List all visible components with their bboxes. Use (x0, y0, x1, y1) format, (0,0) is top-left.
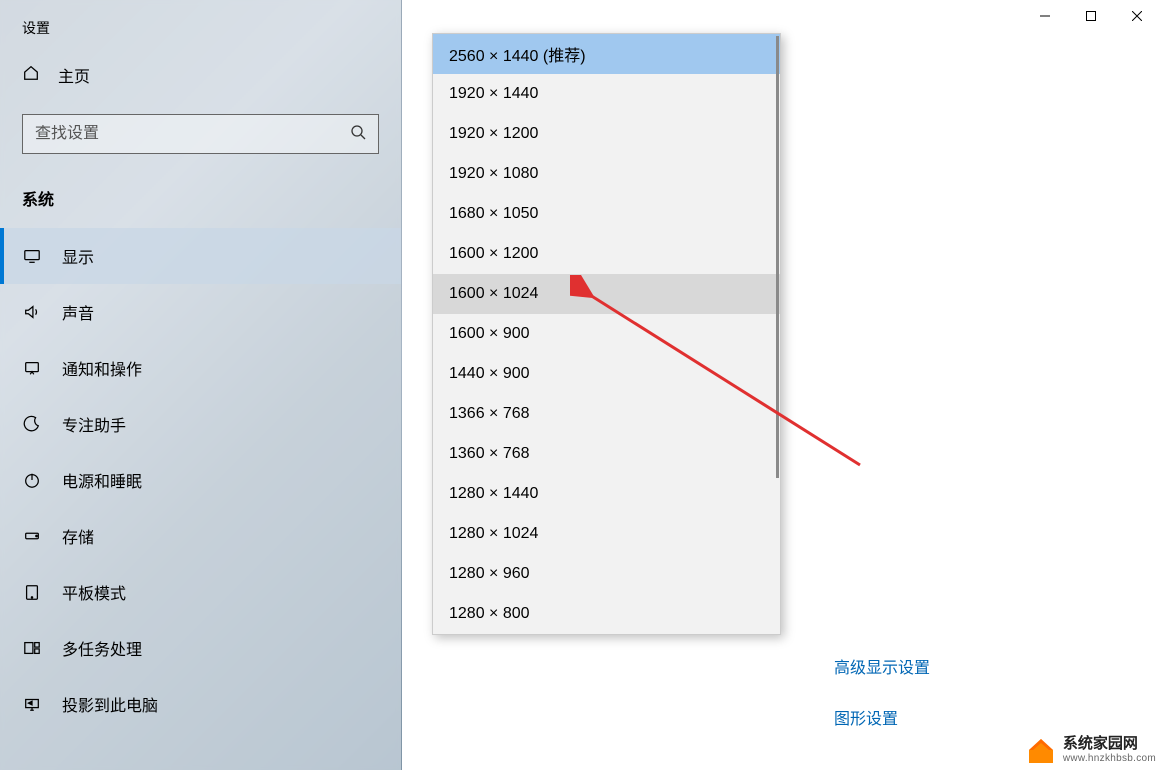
focus-icon (22, 415, 42, 433)
category-title: 系统 (0, 164, 401, 228)
nav-item-tablet[interactable]: 平板模式 (0, 564, 401, 620)
nav-item-display[interactable]: 显示 (0, 228, 401, 284)
nav-item-label: 存储 (62, 524, 94, 548)
resolution-option[interactable]: 1366 × 768 (433, 394, 780, 434)
search-icon (350, 124, 366, 145)
nav-item-label: 声音 (62, 300, 94, 324)
resolution-option[interactable]: 1920 × 1440 (433, 74, 780, 114)
watermark-house-icon (1025, 734, 1057, 766)
nav-item-label: 多任务处理 (62, 636, 142, 660)
sound-icon (22, 303, 42, 321)
close-button[interactable] (1114, 0, 1160, 32)
resolution-option[interactable]: 1360 × 768 (433, 434, 780, 474)
multitask-icon (22, 639, 42, 657)
home-button[interactable]: 主页 (0, 50, 401, 100)
nav-item-project[interactable]: 投影到此电脑 (0, 676, 401, 732)
watermark-line2: www.hnzkhbsb.com (1063, 753, 1156, 765)
display-icon (22, 247, 42, 265)
dropdown-scrollbar[interactable] (776, 36, 779, 478)
watermark-text: 系统家园网 www.hnzkhbsb.com (1063, 735, 1156, 765)
home-icon (22, 64, 40, 87)
nav-item-label: 专注助手 (62, 412, 126, 436)
nav-item-label: 平板模式 (62, 580, 126, 604)
nav-item-notifications[interactable]: 通知和操作 (0, 340, 401, 396)
project-icon (22, 695, 42, 713)
nav-item-power[interactable]: 电源和睡眠 (0, 452, 401, 508)
sidebar: 设置 主页 系统 显示声音通知和操作专注助手电源和睡眠存储平板模式多任务处理投影… (0, 0, 402, 770)
nav-item-sound[interactable]: 声音 (0, 284, 401, 340)
dropdown-list: 2560 × 1440 (推荐)1920 × 14401920 × 120019… (433, 34, 780, 634)
resolution-option[interactable]: 1280 × 800 (433, 594, 780, 634)
nav-item-label: 投影到此电脑 (62, 692, 158, 716)
nav-item-storage[interactable]: 存储 (0, 508, 401, 564)
graphics-settings-link[interactable]: 图形设置 (834, 705, 898, 729)
resolution-option[interactable]: 1280 × 1024 (433, 514, 780, 554)
nav-list: 显示声音通知和操作专注助手电源和睡眠存储平板模式多任务处理投影到此电脑 (0, 228, 401, 732)
resolution-option[interactable]: 2560 × 1440 (推荐) (433, 34, 780, 74)
nav-item-focus[interactable]: 专注助手 (0, 396, 401, 452)
resolution-option[interactable]: 1920 × 1200 (433, 114, 780, 154)
titlebar (402, 0, 1160, 32)
resolution-option[interactable]: 1280 × 1440 (433, 474, 780, 514)
resolution-option[interactable]: 1600 × 1024 (433, 274, 780, 314)
watermark-line1: 系统家园网 (1063, 735, 1156, 753)
search-row (0, 100, 401, 164)
nav-item-label: 通知和操作 (62, 356, 142, 380)
advanced-display-link[interactable]: 高级显示设置 (834, 654, 930, 678)
nav-item-label: 显示 (62, 244, 94, 268)
search-input[interactable] (35, 125, 350, 143)
dropdown-inner: 2560 × 1440 (推荐)1920 × 14401920 × 120019… (433, 34, 780, 634)
resolution-option[interactable]: 1600 × 1200 (433, 234, 780, 274)
maximize-button[interactable] (1068, 0, 1114, 32)
search-box[interactable] (22, 114, 379, 154)
resolution-option[interactable]: 1680 × 1050 (433, 194, 780, 234)
resolution-option[interactable]: 1600 × 900 (433, 314, 780, 354)
resolution-option[interactable]: 1440 × 900 (433, 354, 780, 394)
nav-item-multitask[interactable]: 多任务处理 (0, 620, 401, 676)
nav-item-label: 电源和睡眠 (62, 468, 142, 492)
tablet-icon (22, 583, 42, 601)
home-label: 主页 (58, 63, 90, 87)
notifications-icon (22, 359, 42, 377)
resolution-dropdown[interactable]: 2560 × 1440 (推荐)1920 × 14401920 × 120019… (432, 33, 781, 635)
watermark: 系统家园网 www.hnzkhbsb.com (1025, 734, 1156, 766)
minimize-button[interactable] (1022, 0, 1068, 32)
power-icon (22, 471, 42, 489)
resolution-option[interactable]: 1920 × 1080 (433, 154, 780, 194)
resolution-option[interactable]: 1280 × 960 (433, 554, 780, 594)
app-title: 设置 (0, 0, 401, 50)
storage-icon (22, 527, 42, 545)
